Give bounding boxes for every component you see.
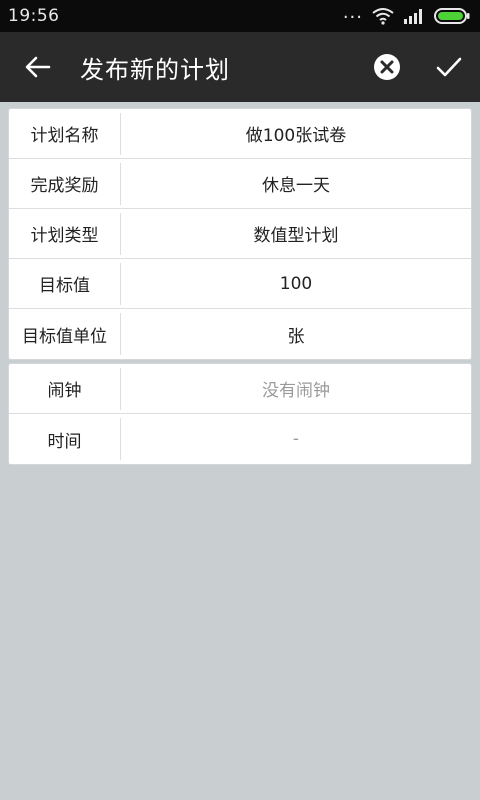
more-dots: ...: [342, 2, 363, 23]
plan-type-row[interactable]: 计划类型 数值型计划: [9, 209, 471, 259]
reward-value[interactable]: 休息一天: [121, 171, 471, 196]
target-value-label: 目标值: [9, 262, 121, 305]
time-row[interactable]: 时间 -: [9, 414, 471, 464]
alarm-card: 闹钟 没有闹钟 时间 -: [8, 363, 472, 465]
status-bar: 19:56 ...: [0, 0, 480, 32]
battery-icon: [434, 8, 470, 24]
check-icon: [436, 57, 462, 77]
plan-type-label: 计划类型: [9, 212, 121, 255]
status-time: 19:56: [8, 6, 60, 26]
arrow-left-icon: [25, 56, 51, 78]
reward-label: 完成奖励: [9, 162, 121, 205]
target-unit-row[interactable]: 目标值单位 张: [9, 309, 471, 359]
alarm-value[interactable]: 没有闹钟: [121, 376, 471, 401]
close-circle-icon: [374, 54, 400, 80]
plan-name-label: 计划名称: [9, 112, 121, 155]
plan-name-row[interactable]: 计划名称 做100张试卷: [9, 109, 471, 159]
target-value-row[interactable]: 目标值 100: [9, 259, 471, 309]
app-bar: 发布新的计划: [0, 32, 480, 102]
signal-icon: [404, 9, 422, 24]
plan-type-value[interactable]: 数值型计划: [121, 221, 471, 246]
alarm-row[interactable]: 闹钟 没有闹钟: [9, 364, 471, 414]
time-label: 时间: [9, 418, 121, 460]
plan-name-value[interactable]: 做100张试卷: [121, 121, 471, 146]
wifi-icon: [372, 8, 394, 25]
target-unit-value[interactable]: 张: [121, 322, 471, 347]
status-icons: ...: [342, 2, 470, 25]
reward-row[interactable]: 完成奖励 休息一天: [9, 159, 471, 209]
target-value-value[interactable]: 100: [121, 274, 471, 294]
cancel-button[interactable]: [356, 32, 418, 102]
plan-info-card: 计划名称 做100张试卷 完成奖励 休息一天 计划类型 数值型计划 目标值 10…: [8, 108, 472, 360]
time-value[interactable]: -: [121, 429, 471, 449]
page-title: 发布新的计划: [80, 55, 230, 84]
confirm-button[interactable]: [418, 32, 480, 102]
alarm-label: 闹钟: [9, 367, 121, 410]
target-unit-label: 目标值单位: [9, 313, 121, 355]
back-button[interactable]: [0, 32, 76, 102]
